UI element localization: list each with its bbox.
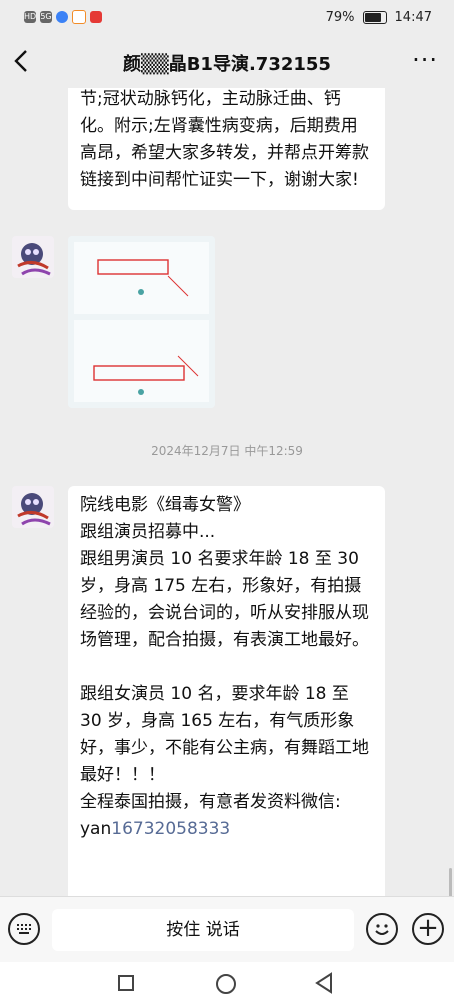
system-navigation-bar: [0, 962, 454, 1002]
message-line-female: 跟组女演员 10 名，要求年龄 18 至 30 岁，身高 165 左右，有气质形…: [80, 684, 369, 785]
message-list[interactable]: 节;冠状动脉钙化，主动脉迁曲、钙化。附示;左肾囊性病变病，后期费用高昂，希望大家…: [0, 88, 454, 896]
avatar[interactable]: [12, 236, 54, 278]
back-arrow-icon[interactable]: [12, 48, 40, 76]
home-icon[interactable]: [216, 974, 236, 994]
wechat-prefix: yan: [80, 819, 112, 839]
emoji-icon[interactable]: [366, 913, 398, 945]
plus-icon[interactable]: +: [412, 913, 444, 945]
battery-percent: 79%: [325, 10, 355, 25]
message-text: 节;冠状动脉钙化，主动脉迁曲、钙化。附示;左肾囊性病变病，后期费用高昂，希望大家…: [80, 89, 369, 190]
chat-title: 颜▒▒晶B1导演.732155: [123, 54, 331, 75]
more-options-icon[interactable]: ···: [412, 46, 438, 74]
input-bar: 按住 说话 +: [0, 896, 454, 963]
message-bubble: 院线电影《缉毒女警》 跟组演员招募中... 跟组男演员 10 名要求年龄 18 …: [68, 486, 385, 896]
scrollbar[interactable]: [449, 868, 452, 896]
message-timestamp: 2024年12月7日 中午12:59: [151, 444, 303, 458]
message-line-contact: 全程泰国拍摄，有意者发资料微信:: [80, 792, 341, 812]
hold-to-talk-button[interactable]: 按住 说话: [52, 909, 354, 951]
battery-icon: [362, 11, 387, 24]
message-line-male: 跟组男演员 10 名要求年龄 18 至 30 岁，身高 175 左右，形象好，有…: [80, 549, 369, 650]
keyboard-toggle-button[interactable]: [8, 913, 40, 945]
image-message[interactable]: [68, 236, 215, 408]
signal-icon: 5G: [40, 11, 52, 23]
wechat-id-line: yan16732058333: [80, 816, 373, 843]
app-notification-icon: [56, 11, 68, 23]
message-bubble: 节;冠状动脉钙化，主动脉迁曲、钙化。附示;左肾囊性病变病，后期费用高昂，希望大家…: [68, 88, 385, 210]
app-notification-icon-2: [72, 10, 86, 24]
chat-header: 颜▒▒晶B1导演.732155 ···: [0, 36, 454, 88]
avatar[interactable]: [12, 486, 54, 528]
recent-apps-icon[interactable]: [118, 975, 134, 991]
app-notification-icon-3: [90, 11, 102, 23]
clock: 14:47: [394, 10, 432, 25]
phone-number-link[interactable]: 16732058333: [111, 819, 230, 839]
hd-icon: HD: [24, 11, 37, 23]
status-bar: HD 5G 79% 14:47: [0, 0, 454, 36]
message-line-recruit: 跟组演员招募中...: [80, 522, 216, 542]
message-line-title: 院线电影《缉毒女警》: [80, 495, 250, 515]
